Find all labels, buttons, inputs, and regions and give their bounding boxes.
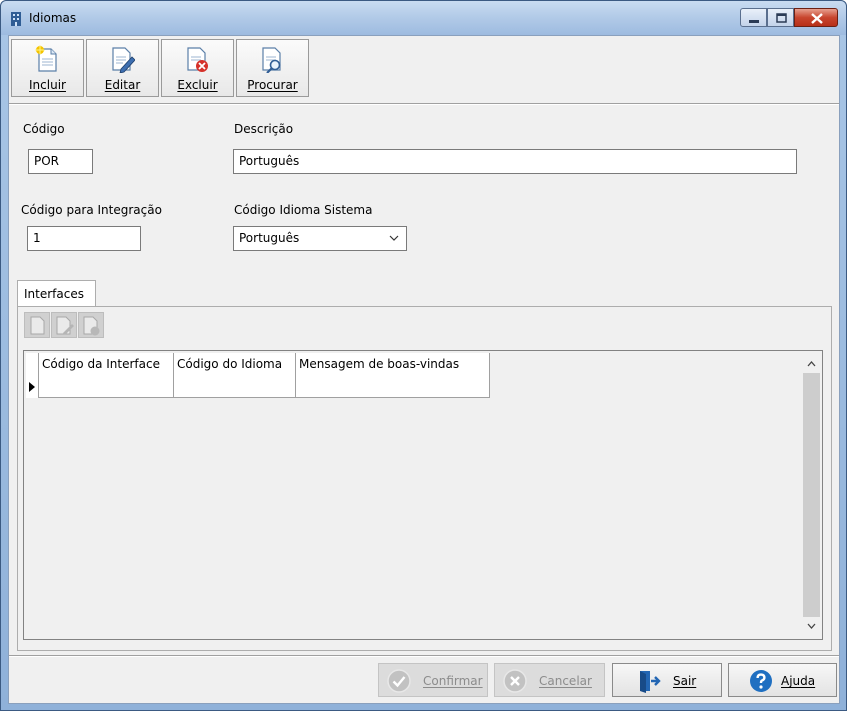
interfaces-toolbar: [24, 312, 105, 340]
confirmar-label: Confirmar: [423, 674, 483, 688]
delete-document-icon: [83, 316, 100, 336]
excluir-label: Excluir: [177, 78, 218, 92]
column-header-codigo-idioma[interactable]: Código do Idioma: [174, 353, 296, 398]
idioma-sistema-select[interactable]: Português: [233, 226, 407, 251]
application-window: Idiomas Incluir Editar Excluir Procurar …: [0, 0, 847, 711]
ajuda-label: Ajuda: [781, 674, 816, 688]
row-indicator: [26, 353, 39, 398]
minimize-icon: [749, 20, 759, 23]
integracao-label: Código para Integração: [21, 203, 162, 217]
maximize-button[interactable]: [767, 8, 794, 27]
building-icon: [11, 12, 21, 26]
excluir-button[interactable]: Excluir: [161, 39, 234, 97]
edit-document-icon: [56, 316, 74, 335]
interface-delete-button[interactable]: [78, 312, 104, 338]
scroll-down-icon[interactable]: [807, 623, 816, 629]
incluir-button[interactable]: Incluir: [11, 39, 84, 97]
interface-add-button[interactable]: [24, 312, 50, 338]
descricao-label: Descrição: [234, 122, 294, 136]
idioma-sistema-label: Código Idioma Sistema: [234, 203, 373, 217]
button-bar-divider: [9, 655, 839, 657]
grid-vertical-scrollbar[interactable]: [803, 353, 820, 637]
sair-button[interactable]: Sair: [612, 663, 722, 697]
codigo-label: Código: [23, 122, 65, 136]
ajuda-button[interactable]: Ajuda: [728, 663, 837, 697]
close-button[interactable]: [794, 8, 838, 27]
chevron-down-icon: [389, 235, 399, 241]
scroll-thumb[interactable]: [803, 373, 820, 617]
new-document-icon: [30, 316, 45, 335]
procurar-button[interactable]: Procurar: [236, 39, 309, 97]
toolbar-divider: [9, 103, 839, 105]
checkmark-icon: [387, 669, 411, 693]
scroll-up-icon[interactable]: [807, 361, 816, 367]
minimize-button[interactable]: [740, 8, 767, 27]
column-header-codigo-interface[interactable]: Código da Interface: [39, 353, 174, 398]
client-area: Incluir Editar Excluir Procurar Código P…: [8, 35, 840, 704]
close-icon: [811, 13, 823, 24]
cancelar-button[interactable]: Cancelar: [494, 663, 605, 697]
interfaces-panel: Código da Interface Código do Idioma Men…: [17, 306, 832, 651]
edit-document-icon: [112, 47, 135, 73]
current-row-arrow-icon: [29, 382, 35, 392]
incluir-label: Incluir: [29, 78, 66, 92]
interface-edit-button[interactable]: [51, 312, 77, 338]
column-header-mensagem[interactable]: Mensagem de boas-vindas: [296, 353, 490, 398]
interfaces-grid[interactable]: Código da Interface Código do Idioma Men…: [23, 350, 823, 640]
editar-button[interactable]: Editar: [86, 39, 159, 97]
exit-door-icon: [640, 671, 661, 693]
help-icon: [750, 670, 772, 692]
title-bar[interactable]: Idiomas: [1, 1, 846, 35]
delete-document-icon: [187, 47, 208, 72]
window-title: Idiomas: [29, 11, 77, 25]
integracao-field[interactable]: 1: [27, 226, 141, 251]
main-toolbar: Incluir Editar Excluir Procurar: [11, 39, 311, 97]
procurar-label: Procurar: [247, 78, 298, 92]
tab-interfaces[interactable]: Interfaces: [17, 280, 96, 307]
search-document-icon: [262, 47, 281, 73]
idioma-sistema-value: Português: [239, 231, 300, 245]
codigo-field[interactable]: POR: [28, 149, 93, 174]
cancel-x-icon: [503, 669, 527, 693]
descricao-field[interactable]: Português: [233, 149, 797, 174]
confirmar-button[interactable]: Confirmar: [378, 663, 488, 697]
maximize-icon: [776, 13, 787, 23]
new-document-icon: [35, 45, 57, 72]
cancelar-label: Cancelar: [539, 674, 592, 688]
editar-label: Editar: [104, 78, 141, 92]
sair-label: Sair: [673, 674, 697, 688]
window-controls: [740, 8, 838, 29]
